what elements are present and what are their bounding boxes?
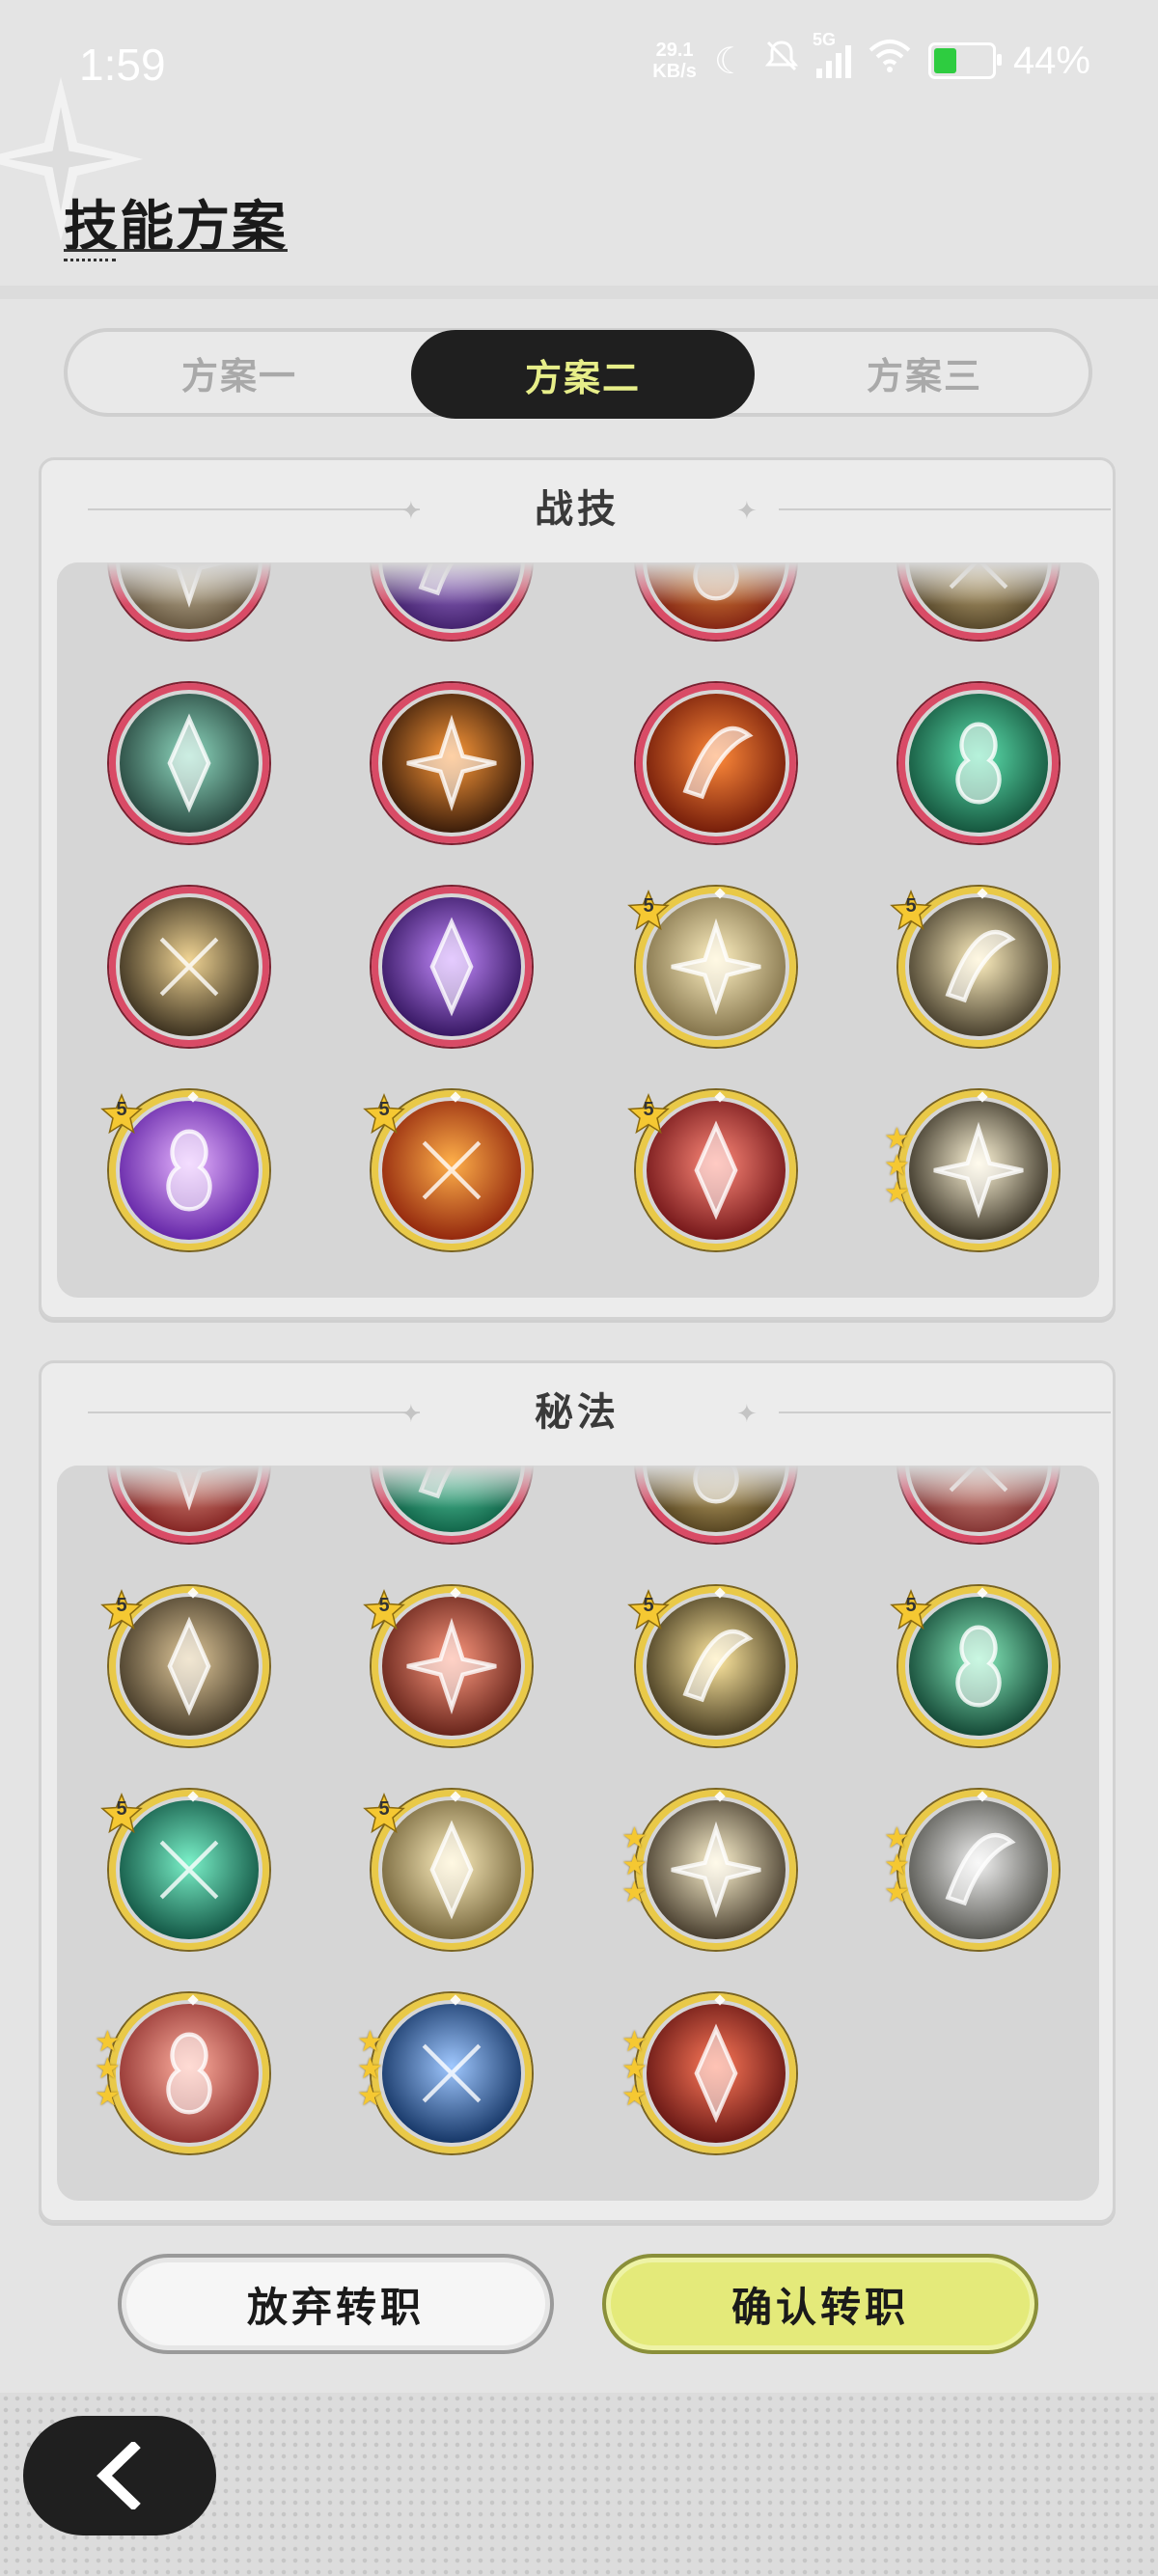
rank-stars: ★ ★ ★ — [357, 2028, 390, 2113]
tab-plan-2[interactable]: 方案二 — [411, 330, 755, 419]
ghost-face-skill-icon[interactable] — [372, 887, 532, 1047]
title-underline — [64, 249, 288, 252]
crystal-shard-arcana-icon[interactable]: ★ ★ ★ — [884, 1790, 1059, 1950]
rank-stars: ★ ★ ★ — [884, 1824, 917, 1909]
ember-stone-arcana-icon[interactable]: 5 — [363, 1586, 532, 1746]
arcana-panel-header: ✦ 秘法 ✦ — [41, 1363, 1113, 1460]
level-star-badge: 5 — [363, 1093, 405, 1136]
level-star-badge: 5 — [890, 1589, 932, 1631]
level-value: 5 — [905, 895, 917, 917]
battery-icon — [927, 42, 1002, 79]
level-star-badge: 5 — [100, 1093, 143, 1136]
star-icon: ★ — [357, 2079, 383, 2113]
rank-stars: ★ ★ ★ — [884, 1125, 917, 1210]
combat-skill-grid: 5 5 5 5 5 ★ ★ ★ — [57, 562, 1099, 1298]
combat-panel-header: ✦ 战技 ✦ — [41, 460, 1113, 557]
fire-sigil-skill-icon[interactable]: 5 — [363, 1090, 532, 1250]
mute-icon — [764, 39, 799, 83]
chevron-left-icon — [96, 2442, 141, 2509]
level-star-badge: 5 — [100, 1793, 143, 1835]
beast-claw-arcana-icon[interactable]: 5 — [100, 1586, 269, 1746]
star-icon: ★ — [621, 2079, 648, 2113]
radiant-star-skill-icon[interactable]: ★ ★ ★ — [884, 1090, 1059, 1250]
level-value: 5 — [378, 1595, 390, 1616]
moon-icon: ☾ — [713, 41, 747, 82]
wifi-icon — [868, 39, 911, 83]
level-value: 5 — [643, 1595, 654, 1616]
level-star-badge: 5 — [627, 1589, 670, 1631]
burning-figure-skill-icon[interactable] — [636, 683, 796, 843]
plan-tabs: 方案一 方案二 方案三 — [64, 328, 1092, 419]
level-value: 5 — [116, 1595, 127, 1616]
emerald-crown-arcana-icon[interactable]: 5 — [100, 1790, 269, 1950]
tab-plan-1[interactable]: 方案一 — [68, 332, 411, 413]
wind-arrows-skill-icon[interactable] — [898, 683, 1059, 843]
star-icon: ★ — [95, 2079, 121, 2113]
status-indicators: 29.1 KB/s ☾ 5G 44% — [652, 30, 1090, 83]
tab-plan-3[interactable]: 方案三 — [753, 332, 1096, 413]
blazing-fist-arcana-icon[interactable]: ★ ★ ★ — [621, 1993, 796, 2153]
rank-stars: ★ ★ ★ — [621, 1824, 654, 1909]
leaf-arrows-arcana-icon[interactable]: 5 — [890, 1586, 1059, 1746]
cross-sword-arcana-icon[interactable]: ★ ★ ★ — [95, 1993, 269, 2153]
signal-label: 5G — [812, 30, 836, 49]
net-speed-unit: KB/s — [652, 61, 697, 82]
level-star-badge: 5 — [100, 1589, 143, 1631]
sweeping-slash-skill-icon[interactable]: 5 — [890, 887, 1059, 1047]
all-seeing-eye-arcana-icon[interactable]: ★ ★ ★ — [621, 1790, 796, 1950]
battery-percent: 44% — [1012, 39, 1090, 82]
rage-strike-skill-icon[interactable]: 5 — [627, 1090, 796, 1250]
abandon-job-change-button[interactable]: 放弃转职 — [118, 2254, 554, 2354]
level-value: 5 — [378, 1798, 390, 1820]
frost-crystal-arcana-icon[interactable]: ★ ★ ★ — [357, 1993, 532, 2153]
star-icon: ★ — [884, 1176, 910, 1210]
rank-stars: ★ ★ ★ — [95, 2028, 127, 2113]
arcane-star-skill-icon[interactable]: 5 — [100, 1090, 269, 1250]
diamond-right-icon: ✦ — [736, 1400, 758, 1429]
level-value: 5 — [116, 1798, 127, 1820]
star-icon: ★ — [621, 1876, 648, 1909]
fire-swipe-skill-icon[interactable] — [372, 683, 532, 843]
piercing-blade-skill-icon[interactable]: 5 — [627, 887, 796, 1047]
level-value: 5 — [643, 895, 654, 917]
vortex-arcana-icon[interactable]: 5 — [627, 1586, 796, 1746]
signal-icon: 5G — [813, 30, 851, 78]
arcana-section-title: 秘法 — [535, 1390, 620, 1435]
star-icon: ★ — [884, 1876, 910, 1909]
level-star-badge: 5 — [627, 1093, 670, 1136]
level-value: 5 — [643, 1099, 654, 1120]
header-divider — [0, 286, 1158, 299]
title-dots — [64, 259, 116, 264]
rank-stars: ★ ★ ★ — [621, 2028, 654, 2113]
healing-figure-arcana-icon[interactable]: 5 — [363, 1790, 532, 1950]
combat-section-title: 战技 — [535, 487, 620, 532]
level-value: 5 — [905, 1595, 917, 1616]
level-star-badge: 5 — [627, 890, 670, 932]
golden-crescent-skill-icon[interactable] — [109, 887, 269, 1047]
combat-skills-panel: ✦ 战技 ✦ 5 5 5 5 5 ★ ★ ★ — [39, 457, 1116, 1320]
level-star-badge: 5 — [363, 1793, 405, 1835]
arcana-skills-panel: ✦ 秘法 ✦ 5 5 5 5 5 5 ★ ★ ★ ★ ★ ★ ★ ★ ★ ★ ★ ★ ★ ★ ★ — [39, 1360, 1116, 2223]
level-star-badge: 5 — [363, 1589, 405, 1631]
net-speed: 29.1 KB/s — [652, 40, 697, 82]
confirm-job-change-button[interactable]: 确认转职 — [602, 2254, 1038, 2354]
back-button[interactable] — [23, 2416, 216, 2535]
diamond-right-icon: ✦ — [736, 497, 758, 526]
net-speed-value: 29.1 — [655, 40, 694, 61]
web-trap-skill-icon[interactable] — [109, 683, 269, 843]
status-bar: 1:59 29.1 KB/s ☾ 5G 44% — [0, 0, 1158, 135]
arcana-skill-grid: 5 5 5 5 5 5 ★ ★ ★ ★ ★ ★ ★ ★ ★ ★ ★ ★ ★ ★ ★ — [57, 1466, 1099, 2201]
level-value: 5 — [378, 1099, 390, 1120]
level-value: 5 — [116, 1099, 127, 1120]
level-star-badge: 5 — [890, 890, 932, 932]
